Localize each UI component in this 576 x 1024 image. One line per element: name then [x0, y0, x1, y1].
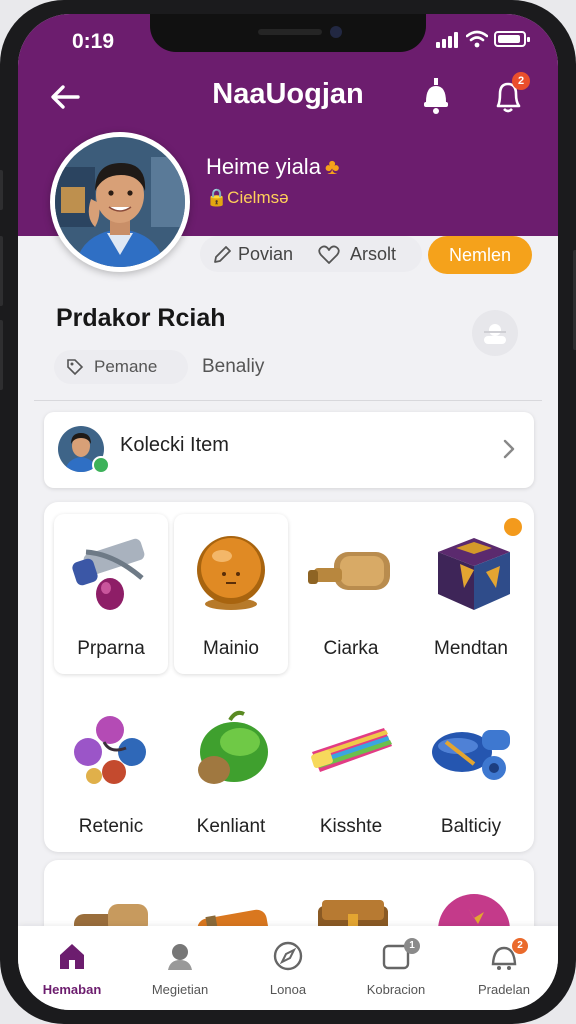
- gems-icon: [74, 716, 146, 784]
- item-card[interactable]: Prparna: [54, 514, 168, 674]
- arrow-left-icon[interactable]: [48, 80, 82, 114]
- item-card[interactable]: Balticiy: [414, 692, 528, 852]
- follow-button[interactable]: Nemlen: [428, 236, 532, 274]
- item-label: Retenic: [78, 816, 144, 837]
- candy-icon: [311, 728, 392, 772]
- notification-badge: 2: [512, 72, 530, 90]
- item-badge: [504, 518, 522, 536]
- volume-up-button: [0, 236, 3, 306]
- tab-lonoa[interactable]: Lonoa: [234, 926, 342, 1010]
- bottom-tab-bar: Hemaban Megietian Lonoa 1 Kobracion 2 Pr…: [18, 926, 558, 1010]
- tag-icon: [67, 359, 84, 376]
- status-time: 0:19: [72, 30, 115, 53]
- wifi-icon: [466, 30, 488, 48]
- scroll-icon: [308, 552, 390, 590]
- volume-down-button: [0, 320, 3, 390]
- item-label: Mainio: [203, 638, 259, 659]
- filter-label: Pemane: [94, 357, 158, 376]
- pencil-icon: [214, 246, 231, 263]
- blue-bolt-icon: [432, 730, 510, 780]
- online-dot: [92, 456, 110, 474]
- telescope-icon: [72, 538, 145, 610]
- heart-icon: [318, 245, 340, 264]
- item-card[interactable]: Mendtan: [414, 514, 528, 674]
- divider: [34, 400, 542, 401]
- tab-label: Hemaban: [42, 982, 102, 997]
- tab-badge: 1: [404, 938, 420, 954]
- notch: [150, 14, 426, 52]
- page-title: NaaUogjan: [212, 78, 364, 110]
- phone-frame: 0:19 NaaUogjan 2 Heime yiala ♣ 🔒Cielmsə …: [0, 0, 576, 1024]
- collection-label: Kolecki Item: [120, 434, 229, 456]
- chip-label: Arsolt: [350, 244, 397, 264]
- item-card[interactable]: Retenic: [54, 692, 168, 852]
- lamp-icon[interactable]: [418, 76, 454, 116]
- person-icon: [168, 944, 192, 970]
- profile-header: 0:19 NaaUogjan 2 Heime yiala ♣ 🔒Cielmsə: [18, 14, 558, 272]
- trophy-icon: ♣: [324, 154, 340, 179]
- item-label: Prparna: [77, 638, 145, 659]
- tab-kobracion[interactable]: 1 Kobracion: [342, 926, 450, 1010]
- profile-chips: Povian Arsolt: [200, 236, 422, 272]
- item-label: Kisshte: [319, 816, 383, 837]
- collection-row[interactable]: Kolecki Item: [44, 412, 534, 488]
- status-icons: [436, 28, 546, 52]
- item-card[interactable]: Mainio: [174, 514, 288, 674]
- cube-icon: [438, 538, 510, 610]
- mute-switch: [0, 170, 3, 210]
- chip-povian[interactable]: Povian: [212, 236, 316, 272]
- tab-pradelan[interactable]: 2 Pradelan: [450, 926, 558, 1010]
- item-grid: Prparna Mainio Ciarka Mendtan Retenic Ke…: [44, 502, 534, 852]
- tab-label: Kobracion: [366, 982, 426, 997]
- compass-icon: [273, 941, 303, 971]
- green-fruit-icon: [198, 710, 268, 784]
- tab-badge: 2: [512, 938, 528, 954]
- item-label: Ciarka: [323, 638, 379, 659]
- battery-icon: [494, 31, 530, 47]
- chevron-right-icon: [503, 439, 515, 459]
- filter-pemane[interactable]: Pemane: [54, 350, 188, 384]
- tab-label: Pradelan: [477, 982, 531, 997]
- tab-hemaban[interactable]: Hemaban: [18, 926, 126, 1010]
- item-label: Balticiy: [440, 816, 502, 837]
- profile-name: Heime yiala ♣: [206, 154, 340, 179]
- section-title: Prdakor Rciah: [56, 304, 226, 332]
- section-options-icon[interactable]: [472, 310, 518, 356]
- bell-icon[interactable]: 2: [490, 72, 530, 116]
- home-icon: [60, 944, 84, 969]
- avatar[interactable]: [50, 132, 190, 272]
- app-screen: 0:19 NaaUogjan 2 Heime yiala ♣ 🔒Cielmsə …: [18, 14, 558, 1010]
- chip-arsolt[interactable]: Arsolt: [318, 236, 418, 272]
- item-card[interactable]: Ciarka: [294, 514, 408, 674]
- tab-label: Lonoa: [269, 982, 307, 997]
- item-card[interactable]: Kenliant: [174, 692, 288, 852]
- item-label: Mendtan: [434, 638, 508, 659]
- chip-label: Povian: [238, 244, 294, 264]
- profile-subtitle: 🔒Cielmsə: [206, 188, 289, 207]
- item-label: Kenliant: [196, 816, 266, 837]
- tab-label: Megietian: [151, 982, 209, 997]
- orange-ball-icon: [197, 536, 265, 610]
- tab-megietian[interactable]: Megietian: [126, 926, 234, 1010]
- filter-benaliy[interactable]: Benaliy: [202, 350, 264, 384]
- item-card[interactable]: Kisshte: [294, 692, 408, 852]
